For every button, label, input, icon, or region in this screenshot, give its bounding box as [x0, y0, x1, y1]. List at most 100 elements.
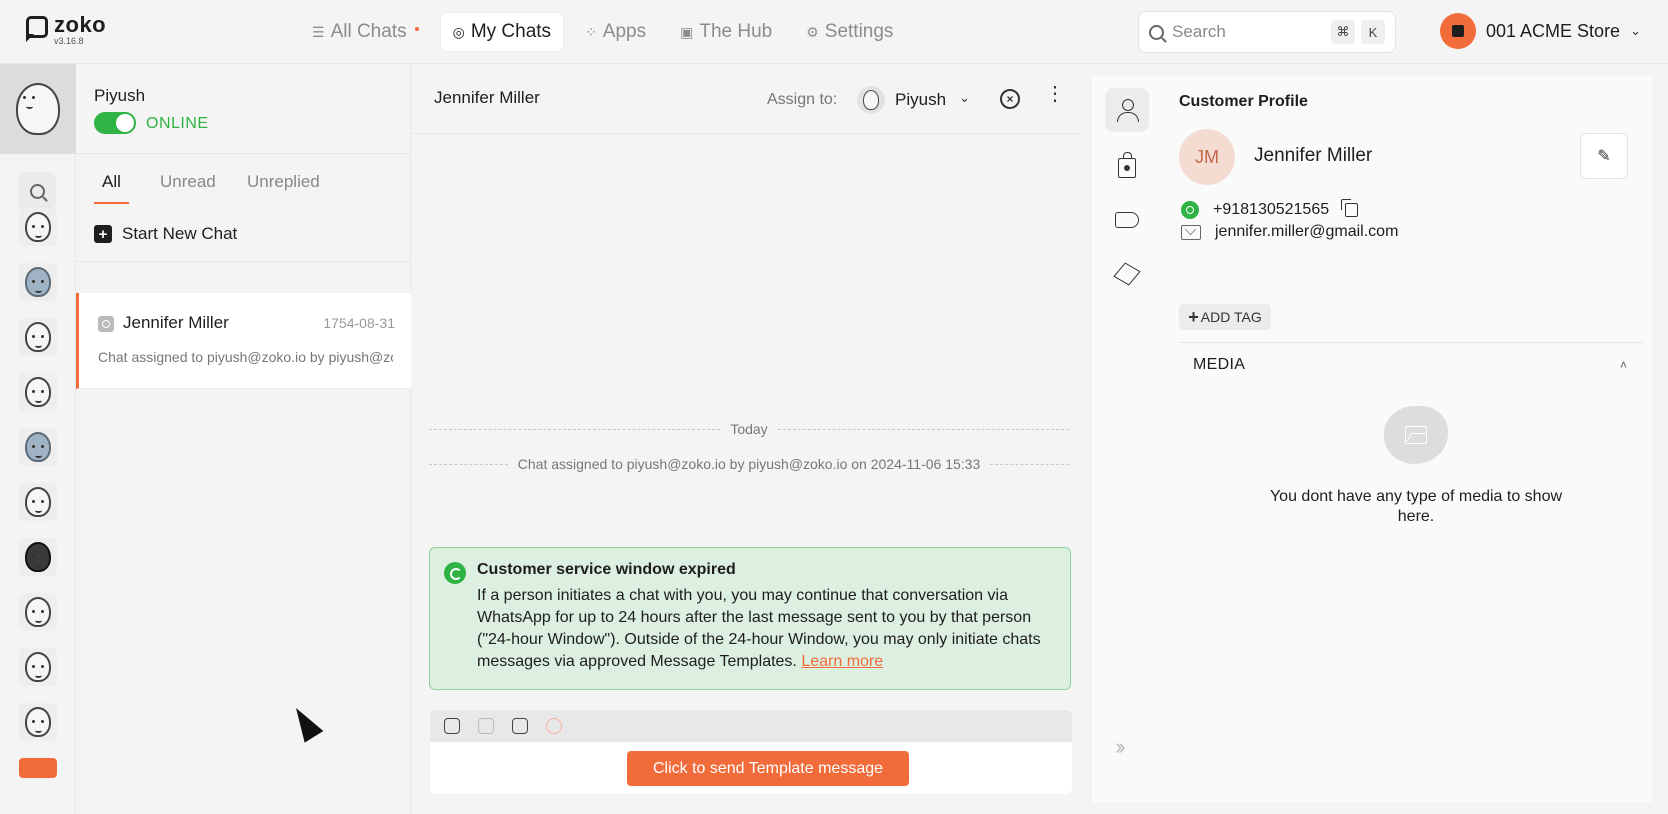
chat-list-tabs: All Unread Unreplied — [76, 154, 411, 262]
customer-avatar: JM — [1179, 129, 1235, 185]
zoko-logo[interactable]: zoko v3.16.8 — [26, 14, 106, 46]
agent-avatar[interactable] — [0, 64, 76, 154]
avatar-face — [863, 90, 879, 110]
avatar-face — [25, 597, 51, 627]
contact-avatar[interactable] — [19, 758, 57, 778]
store-switcher[interactable]: 001 ACME Store ⌄ — [1440, 13, 1641, 49]
plus-icon: + — [94, 225, 112, 243]
more-options-icon[interactable]: ⋮ — [1045, 84, 1065, 104]
whatsapp-icon — [444, 562, 466, 584]
contact-avatar[interactable] — [19, 373, 57, 411]
global-search[interactable]: Search ⌘ K — [1138, 11, 1396, 53]
online-toggle[interactable] — [94, 112, 136, 134]
notice-body: If a person initiates a chat with you, y… — [477, 585, 1057, 673]
nav-my-chats-label: My Chats — [470, 21, 552, 42]
divider-line — [429, 463, 508, 465]
contact-avatar[interactable] — [19, 648, 57, 686]
whatsapp-icon — [1181, 201, 1199, 219]
divider-line — [429, 428, 721, 430]
close-chat-icon[interactable]: × — [1000, 89, 1020, 109]
double-chevron-right-icon[interactable]: ›› — [1115, 734, 1125, 760]
tab-unreplied[interactable]: Unreplied — [247, 172, 320, 202]
avatar-face — [25, 707, 51, 737]
tag-icon — [1115, 212, 1139, 228]
products-tab-button[interactable] — [1105, 252, 1149, 296]
app-name: zoko — [54, 12, 107, 37]
assign-label: Assign to: — [767, 91, 838, 108]
contact-avatar[interactable] — [19, 483, 57, 521]
contact-avatar[interactable] — [19, 318, 57, 356]
nav-apps[interactable]: ⁘ Apps — [573, 13, 658, 51]
chat-item-preview: Chat assigned to piyush@zoko.io by piyus… — [98, 349, 393, 365]
composer-toolbar — [430, 710, 1072, 742]
assignee-avatar[interactable] — [857, 86, 885, 114]
top-bar: zoko v3.16.8 ☰ All Chats ◎ My Chats ⁘ Ap… — [0, 0, 1668, 64]
note-icon[interactable] — [512, 718, 528, 734]
chart-icon: ▣ — [680, 23, 694, 40]
add-tag-button[interactable]: + ADD TAG — [1179, 304, 1271, 330]
customer-phone: +918130521565 — [1213, 201, 1330, 218]
start-new-chat-button[interactable]: + Start New Chat — [94, 224, 237, 244]
assignee-dropdown[interactable]: Piyush — [895, 90, 946, 110]
avatar-face — [25, 487, 51, 517]
profile-tab-button[interactable] — [1105, 88, 1149, 132]
media-section-header[interactable]: MEDIA — [1193, 356, 1245, 374]
plus-icon: + — [1188, 307, 1199, 327]
contact-avatar[interactable] — [19, 703, 57, 741]
zoko-logo-icon — [26, 16, 48, 38]
avatar-face — [25, 267, 51, 297]
learn-more-link[interactable]: Learn more — [801, 653, 883, 670]
send-template-button[interactable]: Click to send Template message — [627, 751, 909, 786]
gear-icon: ⚙ — [806, 23, 819, 40]
profile-title: Customer Profile — [1179, 93, 1308, 110]
mail-icon — [1181, 224, 1201, 240]
composer: Click to send Template message — [430, 710, 1072, 794]
contact-avatar[interactable] — [19, 208, 57, 246]
quick-reply-icon[interactable] — [478, 718, 494, 734]
customer-profile-panel: Customer Profile JM Jennifer Miller ✎ +9… — [1160, 76, 1652, 802]
avatar-face — [25, 377, 51, 407]
agent-avatar-face — [16, 83, 60, 135]
nav-settings[interactable]: ⚙ Settings — [794, 13, 905, 51]
nav-the-hub[interactable]: ▣ The Hub — [668, 13, 784, 51]
edit-profile-button[interactable]: ✎ — [1580, 133, 1628, 179]
contact-avatar[interactable] — [19, 428, 57, 466]
contact-avatar[interactable] — [19, 263, 57, 301]
orders-tab-button[interactable] — [1105, 144, 1149, 188]
store-logo-icon — [1452, 25, 1464, 37]
chevron-down-icon[interactable]: ⌄ — [959, 90, 970, 106]
nav-all-chats[interactable]: ☰ All Chats — [300, 13, 431, 51]
template-icon[interactable] — [444, 718, 460, 734]
chevron-up-icon[interactable]: ˄ — [1620, 358, 1627, 372]
contact-rail — [0, 64, 76, 814]
agent-status: Piyush ONLINE — [76, 64, 411, 154]
copy-icon[interactable] — [1341, 199, 1359, 217]
contact-avatar[interactable] — [19, 538, 57, 576]
cube-icon — [1113, 262, 1141, 286]
rail-search-button[interactable] — [18, 172, 56, 210]
online-status-label: ONLINE — [146, 115, 209, 132]
image-icon — [1405, 426, 1427, 444]
whatsapp-icon — [98, 316, 114, 332]
system-event-text: Chat assigned to piyush@zoko.io by piyus… — [517, 456, 981, 472]
tab-all[interactable]: All — [94, 172, 129, 204]
chat-item-date: 1754-08-31 — [323, 315, 395, 331]
agent-name: Piyush — [94, 86, 146, 105]
divider-line — [777, 428, 1070, 430]
tags-tab-button[interactable] — [1105, 198, 1149, 242]
contact-avatar[interactable] — [19, 593, 57, 631]
notice-title: Customer service window expired — [477, 561, 736, 578]
search-icon — [29, 183, 45, 199]
shopping-bag-icon — [1118, 152, 1136, 178]
avatar-face — [25, 322, 51, 352]
pencil-icon: ✎ — [1597, 148, 1611, 165]
nav-the-hub-label: The Hub — [699, 21, 773, 42]
nav-my-chats[interactable]: ◎ My Chats — [440, 13, 564, 51]
service-window-notice: Customer service window expired If a per… — [429, 547, 1071, 690]
system-event: Chat assigned to piyush@zoko.io by piyus… — [429, 456, 1070, 472]
tab-unread[interactable]: Unread — [160, 172, 216, 202]
feedback-icon[interactable] — [546, 718, 562, 734]
divider-line — [990, 463, 1070, 465]
notice-body-text: If a person initiates a chat with you, y… — [477, 587, 1041, 670]
chat-list-item[interactable]: Jennifer Miller 1754-08-31 Chat assigned… — [76, 293, 411, 389]
